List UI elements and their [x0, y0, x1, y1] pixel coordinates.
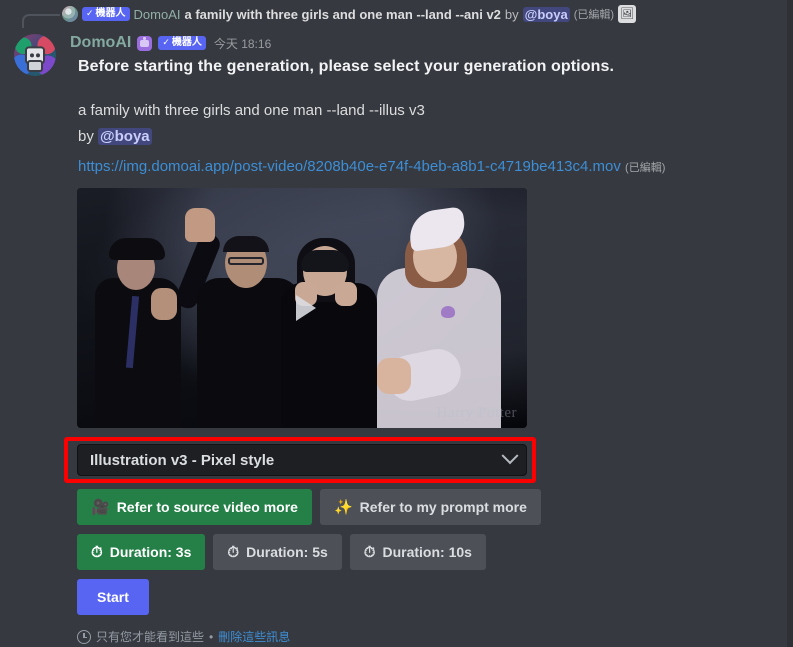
prompt-text: a family with three girls and one man --…	[78, 102, 425, 119]
stopwatch-icon: ⏱	[91, 543, 103, 561]
prompt-mention-boya[interactable]: @boya	[98, 128, 152, 145]
scrollbar-track[interactable]	[787, 0, 793, 647]
duration-button-row: ⏱ Duration: 3s ⏱ Duration: 5s ⏱ Duration…	[77, 534, 486, 570]
prompt-by-word: by	[78, 128, 94, 145]
refer-source-video-button[interactable]: 🎥 Refer to source video more	[77, 489, 312, 525]
reply-author-avatar	[62, 6, 78, 22]
person-glasses	[228, 257, 264, 265]
start-button[interactable]: Start	[77, 579, 149, 615]
refer-source-video-label: Refer to source video more	[116, 499, 298, 515]
video-person-right	[369, 206, 509, 428]
url-edited-marker: (已編輯)	[625, 162, 666, 174]
style-select-value: Illustration v3 - Pixel style	[90, 451, 275, 469]
reply-reference-bar[interactable]: ✓ 機器人 DomoAI a family with three girls a…	[0, 0, 793, 28]
chevron-down-icon	[501, 447, 519, 465]
person-hair	[223, 236, 269, 252]
avatar[interactable]	[14, 34, 56, 76]
ephemeral-notice-text: 只有您才能看到這些	[96, 630, 205, 644]
reply-reference-content[interactable]: ✓ 機器人 DomoAI a family with three girls a…	[62, 5, 637, 23]
refer-my-prompt-label: Refer to my prompt more	[359, 499, 527, 515]
person-bangs	[301, 250, 349, 272]
person-pin-decoration	[441, 306, 455, 318]
reply-author-name[interactable]: DomoAI	[134, 7, 181, 22]
message-bot-badge: ✓ 機器人	[158, 36, 206, 50]
footer-separator: •	[209, 629, 214, 644]
reply-mention-boya[interactable]: @boya	[522, 6, 570, 22]
message-header: DomoAI ✓ 機器人 今天 18:16	[70, 32, 793, 54]
generation-options-headline: Before starting the generation, please s…	[78, 58, 614, 75]
message-timestamp: 今天 18:16	[213, 36, 272, 51]
attachment-image-icon: 🖼	[618, 5, 637, 23]
clock-icon	[77, 629, 91, 644]
duration-10s-button[interactable]: ⏱ Duration: 10s	[349, 534, 486, 570]
refer-my-prompt-button[interactable]: ✨ Refer to my prompt more	[319, 489, 541, 525]
reply-message-preview[interactable]: a family with three girls and one man --…	[185, 7, 501, 22]
reply-by-word: by	[504, 6, 519, 22]
person-hand	[377, 358, 411, 394]
ephemeral-message-footer: 只有您才能看到這些 • 刪除這些訊息	[77, 628, 290, 645]
duration-10s-label: Duration: 10s	[382, 544, 472, 560]
bot-avatar-decoration-icon	[137, 35, 153, 51]
person-hand-waving	[185, 208, 215, 242]
start-button-label: Start	[97, 589, 129, 605]
stopwatch-icon: ⏱	[227, 543, 240, 561]
style-select-dropdown[interactable]: Illustration v3 - Pixel style	[77, 444, 527, 476]
start-button-row: Start	[77, 579, 149, 615]
duration-5s-label: Duration: 5s	[246, 544, 328, 560]
verified-check-icon: ✓	[162, 36, 170, 47]
reply-bot-badge: ✓ 機器人	[82, 7, 130, 21]
play-icon[interactable]	[296, 295, 316, 321]
duration-3s-label: Duration: 3s	[109, 544, 192, 560]
message-bot-badge-label: 機器人	[171, 37, 202, 48]
refer-button-row: 🎥 Refer to source video more ✨ Refer to …	[77, 489, 541, 525]
reply-spine-line	[22, 14, 60, 28]
sparkles-wand-icon: ✨	[333, 498, 353, 516]
message-body: Before starting the generation, please s…	[78, 58, 793, 179]
video-embed[interactable]: Harry Potter	[77, 188, 527, 428]
duration-3s-button[interactable]: ⏱ Duration: 3s	[77, 534, 206, 570]
video-watermark: Harry Potter	[436, 405, 517, 421]
stopwatch-icon: ⏱	[363, 543, 376, 561]
video-person-left	[91, 228, 187, 428]
video-url-line: https://img.domoai.app/post-video/8208b4…	[78, 156, 793, 179]
message-username[interactable]: DomoAI	[70, 34, 131, 52]
duration-5s-button[interactable]: ⏱ Duration: 5s	[213, 534, 342, 570]
person-hat	[109, 238, 165, 260]
reply-edited-marker: (已編輯)	[573, 9, 615, 21]
movie-camera-icon: 🎥	[91, 498, 110, 516]
person-hand-right	[335, 282, 357, 306]
verified-check-icon: ✓	[86, 7, 94, 18]
video-url-link[interactable]: https://img.domoai.app/post-video/8208b4…	[78, 158, 621, 175]
reply-bot-badge-label: 機器人	[95, 8, 126, 19]
person-hand-left	[151, 288, 177, 320]
avatar-robot-body-icon	[27, 60, 43, 73]
prompt-author-line: by @boya	[78, 124, 793, 150]
prompt-block: a family with three girls and one man --…	[78, 98, 793, 150]
message-block: DomoAI ✓ 機器人 今天 18:16 Before starting th…	[0, 28, 793, 179]
delete-messages-link[interactable]: 刪除這些訊息	[218, 628, 290, 645]
